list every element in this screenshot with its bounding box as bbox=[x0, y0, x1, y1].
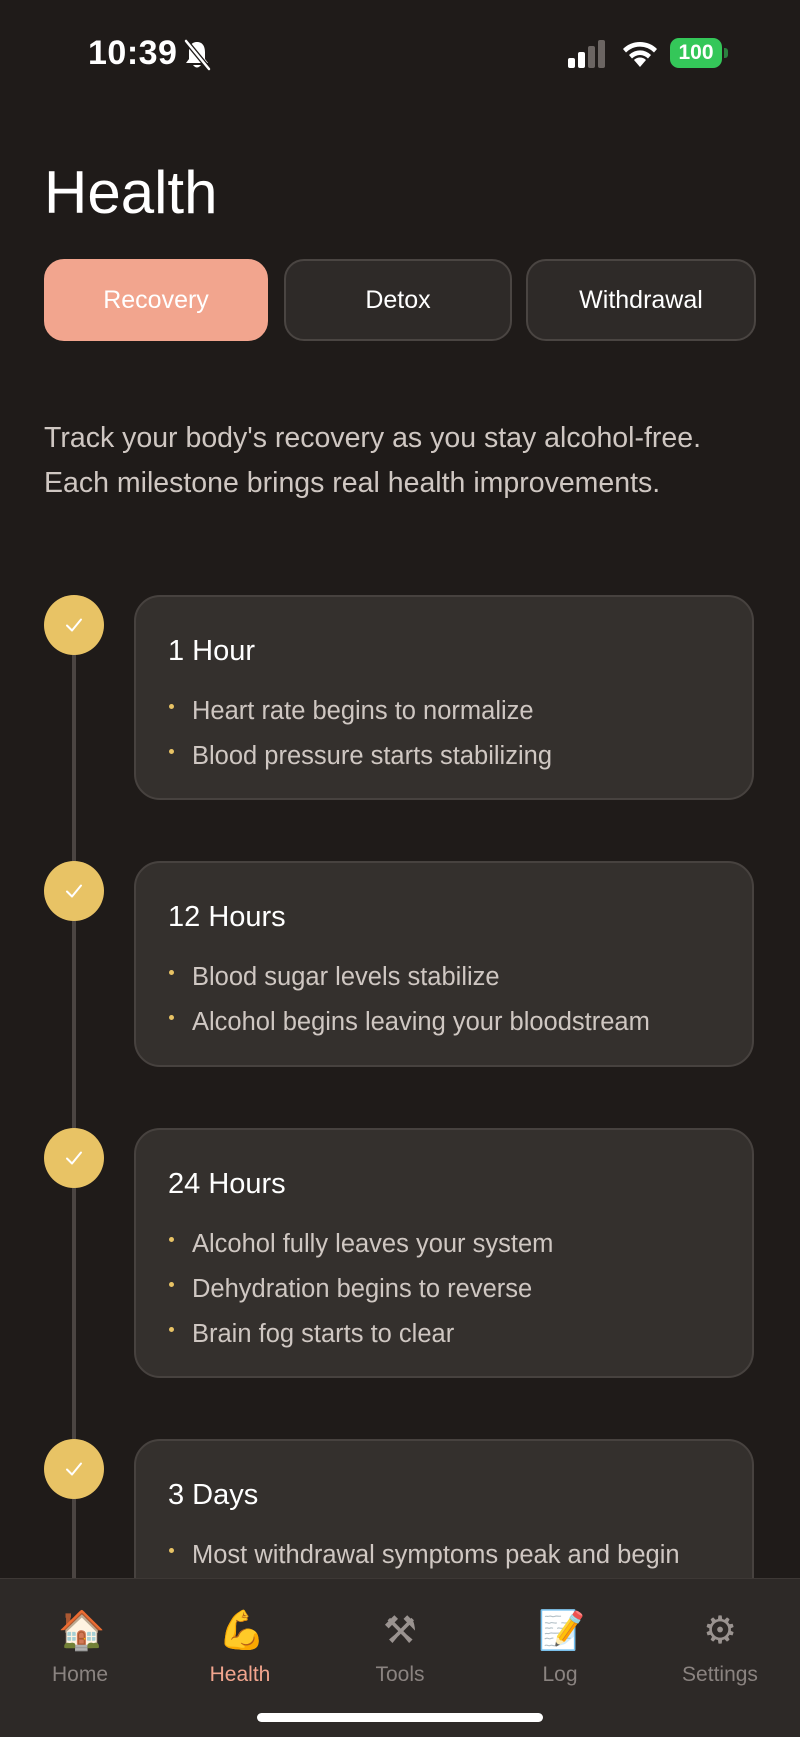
tabbar-label: Health bbox=[209, 1663, 271, 1686]
tabbar-label: Home bbox=[51, 1663, 109, 1686]
milestone-check-icon bbox=[44, 1128, 104, 1188]
milestone-item-text: Brain fog starts to clear bbox=[192, 1320, 455, 1348]
milestone-item: Heart rate begins to normalize bbox=[168, 689, 552, 734]
bullet-icon bbox=[169, 1015, 174, 1020]
milestone-item-text: Heart rate begins to normalize bbox=[192, 697, 534, 725]
milestone-title: 3 Days bbox=[168, 1479, 259, 1511]
timeline-line bbox=[72, 620, 76, 1580]
tabbar-item-tools[interactable]: ⚒ Tools bbox=[330, 1609, 470, 1687]
milestone-item-text: Dehydration begins to reverse bbox=[192, 1275, 533, 1303]
milestone-title: 24 Hours bbox=[168, 1168, 286, 1200]
battery-tip bbox=[724, 48, 728, 58]
bullet-icon bbox=[169, 704, 174, 709]
bullet-icon bbox=[169, 1237, 174, 1242]
milestone-title: 1 Hour bbox=[168, 635, 256, 667]
bullet-icon bbox=[169, 970, 174, 975]
milestone-check-icon bbox=[44, 861, 104, 921]
tab-recovery[interactable]: Recovery bbox=[44, 259, 268, 341]
milestone-check-icon bbox=[44, 1439, 104, 1499]
milestone-item-text: Most withdrawal symptoms peak and begin bbox=[192, 1541, 680, 1569]
milestone-item-text: Alcohol begins leaving your bloodstream bbox=[192, 1008, 650, 1036]
milestone-card-1-hour: 1 Hour Heart rate begins to normalize Bl… bbox=[134, 595, 754, 800]
milestone-card-24-hours: 24 Hours Alcohol fully leaves your syste… bbox=[134, 1128, 754, 1378]
bell-slash-icon bbox=[182, 38, 212, 72]
milestone-item: Alcohol fully leaves your system bbox=[168, 1222, 553, 1267]
status-bar: 10:39 100 bbox=[0, 0, 800, 110]
tabbar-item-health[interactable]: 💪 Health bbox=[170, 1609, 310, 1687]
battery-icon: 100 bbox=[670, 38, 728, 68]
milestone-item: Brain fog starts to clear bbox=[168, 1312, 553, 1357]
bullet-icon bbox=[169, 749, 174, 754]
tabbar-item-settings[interactable]: ⚙ Settings bbox=[650, 1609, 790, 1687]
milestone-item: Alcohol begins leaving your bloodstream bbox=[168, 1000, 650, 1045]
flexed-biceps-icon: 💪 bbox=[218, 1610, 266, 1652]
milestone-list: Blood sugar levels stabilize Alcohol beg… bbox=[168, 955, 650, 1045]
tabbar-label: Log bbox=[542, 1663, 578, 1686]
bullet-icon bbox=[169, 1327, 174, 1332]
milestone-list: Most withdrawal symptoms peak and begin bbox=[168, 1533, 680, 1578]
milestone-item-text: Alcohol fully leaves your system bbox=[192, 1230, 554, 1258]
milestone-list: Heart rate begins to normalize Blood pre… bbox=[168, 689, 552, 779]
bullet-icon bbox=[169, 1282, 174, 1287]
milestone-check-icon bbox=[44, 595, 104, 655]
page-title: Health bbox=[44, 159, 218, 226]
milestone-item: Blood pressure starts stabilizing bbox=[168, 734, 552, 779]
tabbar-item-home[interactable]: 🏠 Home bbox=[10, 1609, 150, 1687]
milestone-item-text: Blood pressure starts stabilizing bbox=[192, 742, 553, 770]
hammer-pick-icon: ⚒ bbox=[382, 1610, 418, 1652]
intro-text: Track your body's recovery as you stay a… bbox=[44, 422, 701, 499]
milestone-list: Alcohol fully leaves your system Dehydra… bbox=[168, 1222, 553, 1357]
milestone-title: 12 Hours bbox=[168, 901, 286, 933]
home-indicator[interactable] bbox=[257, 1713, 543, 1722]
wifi-icon bbox=[620, 38, 660, 68]
bullet-icon bbox=[169, 1548, 174, 1553]
milestone-item: Blood sugar levels stabilize bbox=[168, 955, 650, 1000]
signal-icon bbox=[566, 40, 608, 68]
screen: 10:39 100 Health Recovery Detox Withdraw… bbox=[0, 0, 800, 1737]
tabbar-item-log[interactable]: 📝 Log bbox=[490, 1609, 630, 1687]
milestone-item: Dehydration begins to reverse bbox=[168, 1267, 553, 1312]
house-icon: 🏠 bbox=[58, 1610, 106, 1652]
tab-withdrawal[interactable]: Withdrawal bbox=[526, 259, 756, 341]
milestone-item: Most withdrawal symptoms peak and begin bbox=[168, 1533, 680, 1578]
status-time: 10:39 bbox=[88, 34, 178, 72]
memo-icon: 📝 bbox=[538, 1610, 586, 1652]
tabbar-label: Tools bbox=[375, 1663, 425, 1686]
milestone-item-text: Blood sugar levels stabilize bbox=[192, 963, 500, 991]
segment-tabs: Recovery Detox Withdrawal bbox=[44, 259, 756, 341]
battery-level: 100 bbox=[670, 38, 722, 68]
milestone-card-12-hours: 12 Hours Blood sugar levels stabilize Al… bbox=[134, 861, 754, 1067]
tab-detox[interactable]: Detox bbox=[284, 259, 512, 341]
gear-icon: ⚙ bbox=[702, 1610, 738, 1652]
tabbar-label: Settings bbox=[682, 1663, 758, 1686]
